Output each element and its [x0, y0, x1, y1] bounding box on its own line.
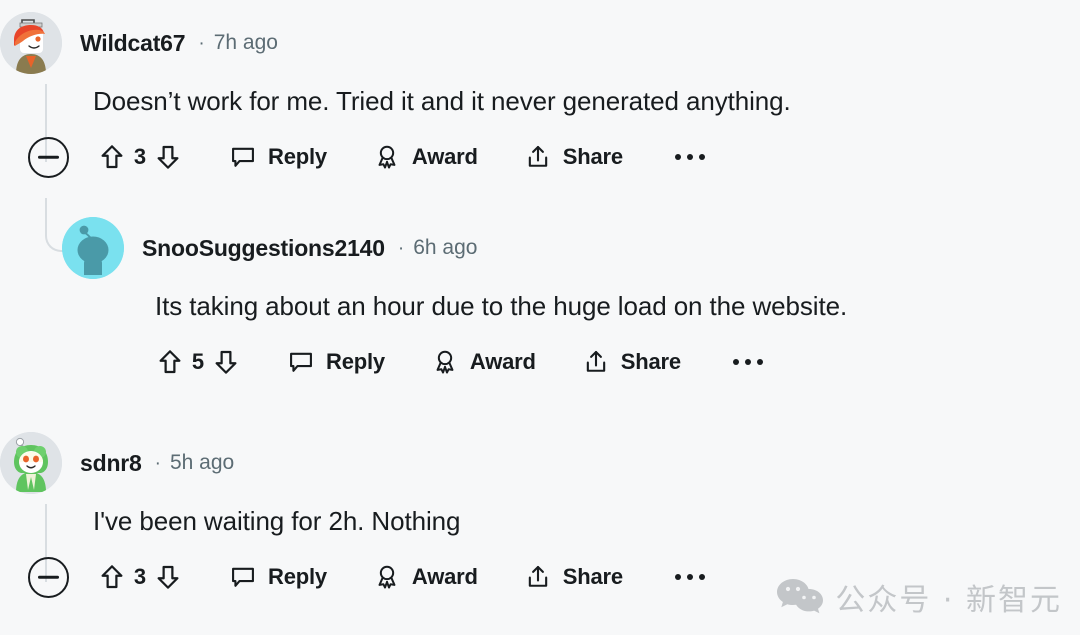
share-label: Share — [562, 564, 623, 590]
comment-header: sdnr8 · 5h ago — [0, 430, 1080, 496]
vote-group: 5 — [155, 347, 241, 377]
share-button[interactable]: Share — [582, 348, 681, 376]
award-label: Award — [411, 144, 478, 170]
downvote-arrow-icon — [157, 145, 179, 169]
comment-item: Wildcat67 · 7h ago Doesn’t work for me. … — [0, 10, 1080, 185]
more-options-button[interactable] — [674, 574, 705, 581]
upvote-button[interactable] — [155, 347, 185, 377]
meta-separator: · — [397, 237, 405, 259]
comment-timestamp: 6h ago — [413, 236, 478, 259]
more-options-button[interactable] — [732, 359, 763, 366]
share-button[interactable]: Share — [524, 563, 623, 591]
award-button[interactable]: Award — [373, 143, 478, 171]
comment-header: Wildcat67 · 7h ago — [0, 10, 1080, 76]
comment-bubble-icon — [232, 567, 254, 587]
comment-actions: 3 Reply Award Share — [28, 129, 1080, 185]
comment-author[interactable]: Wildcat67 — [80, 30, 186, 57]
share-button[interactable]: Share — [524, 143, 623, 171]
reply-label: Reply — [268, 144, 327, 170]
avatar[interactable] — [0, 432, 62, 494]
share-label: Share — [562, 144, 623, 170]
dot — [744, 359, 751, 366]
upvote-button[interactable] — [97, 562, 127, 592]
comment-thread: Wildcat67 · 7h ago Doesn’t work for me. … — [0, 0, 1080, 635]
dot — [686, 154, 693, 161]
award-button[interactable]: Award — [431, 348, 536, 376]
award-medal-icon — [378, 145, 396, 169]
comment-timestamp: 7h ago — [213, 31, 278, 54]
comment-author[interactable]: sdnr8 — [80, 450, 142, 477]
downvote-button[interactable] — [153, 142, 183, 172]
reply-label: Reply — [326, 349, 385, 375]
reply-label: Reply — [268, 564, 327, 590]
vote-count: 3 — [133, 144, 147, 170]
collapse-comment-button[interactable] — [28, 556, 69, 598]
dot — [732, 359, 739, 366]
downvote-button[interactable] — [153, 562, 183, 592]
award-label: Award — [469, 349, 536, 375]
dot — [686, 574, 693, 581]
share-upload-icon — [528, 146, 547, 167]
wechat-icon — [777, 579, 824, 614]
dot — [674, 154, 681, 161]
comment-author[interactable]: SnooSuggestions2140 — [142, 235, 385, 262]
avatar[interactable] — [62, 217, 124, 279]
avatar[interactable] — [0, 12, 62, 74]
upvote-arrow-icon — [101, 565, 123, 589]
downvote-arrow-icon — [215, 350, 237, 374]
award-label: Award — [411, 564, 478, 590]
award-medal-icon — [436, 350, 454, 374]
collapse-comment-button[interactable] — [28, 136, 69, 178]
share-upload-icon — [586, 351, 605, 372]
watermark-text: 公众号 · 新智元 — [835, 583, 1062, 618]
vote-count: 5 — [191, 349, 205, 375]
downvote-arrow-icon — [157, 565, 179, 589]
upvote-arrow-icon — [101, 145, 123, 169]
comment-bubble-icon — [232, 147, 254, 167]
comment-timestamp: 5h ago — [169, 451, 235, 474]
wechat-watermark: 公众号 · 新智元 — [777, 575, 1062, 619]
meta-separator: · — [198, 32, 205, 54]
snoo-green-frog-avatar — [0, 432, 62, 494]
comment-actions: 5 Reply Award Share — [155, 334, 1080, 390]
reply-button[interactable]: Reply — [229, 563, 327, 591]
award-medal-icon — [378, 565, 396, 589]
upvote-button[interactable] — [97, 142, 127, 172]
award-button[interactable]: Award — [373, 563, 478, 591]
comment-bubble-icon — [290, 352, 312, 372]
vote-group: 3 — [97, 142, 183, 172]
vote-count: 3 — [133, 564, 147, 590]
dot — [698, 154, 705, 161]
downvote-button[interactable] — [211, 347, 241, 377]
snoo-cyan-avatar — [62, 217, 124, 279]
comment-body: Doesn’t work for me. Tried it and it nev… — [93, 86, 791, 116]
dot — [674, 574, 681, 581]
meta-separator: · — [154, 452, 161, 474]
upvote-arrow-icon — [159, 350, 181, 374]
comment-item-reply: SnooSuggestions2140 · 6h ago Its taking … — [62, 215, 1080, 390]
more-options-button[interactable] — [674, 154, 705, 161]
share-upload-icon — [528, 566, 547, 587]
dot — [756, 359, 763, 366]
dot — [698, 574, 705, 581]
share-label: Share — [620, 349, 681, 375]
comment-body: Its taking about an hour due to the huge… — [155, 291, 848, 321]
comment-body: I've been waiting for 2h. Nothing — [93, 506, 461, 536]
reply-button[interactable]: Reply — [229, 143, 327, 171]
vote-group: 3 — [97, 562, 183, 592]
reply-button[interactable]: Reply — [287, 348, 385, 376]
snoo-orange-hair-avatar — [0, 12, 62, 74]
comment-header: SnooSuggestions2140 · 6h ago — [62, 215, 1080, 281]
